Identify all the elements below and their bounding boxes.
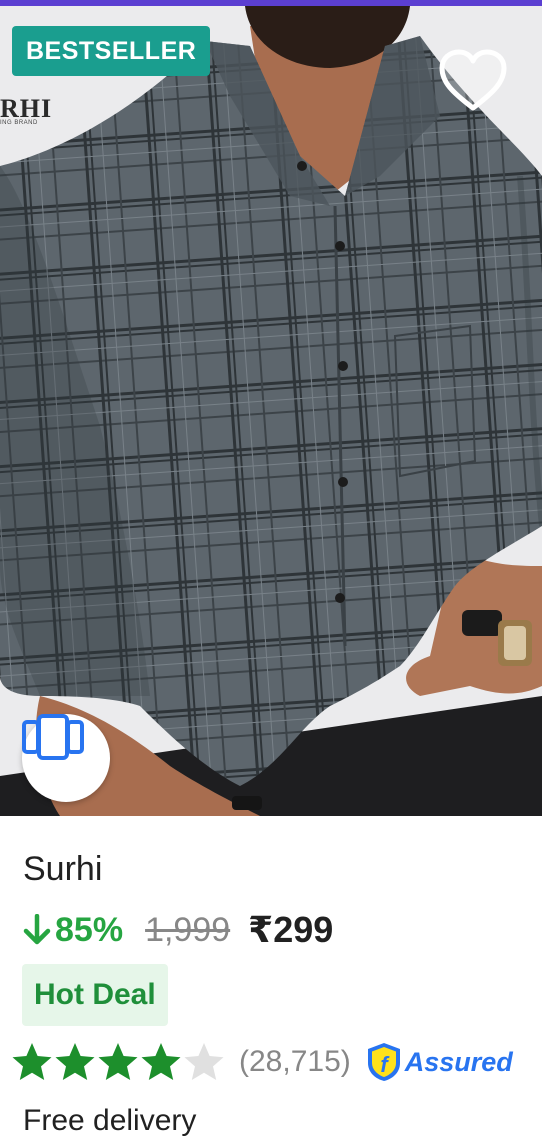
- heart-outline-icon: [439, 49, 507, 111]
- delivery-info: Free delivery: [23, 1104, 197, 1136]
- bestseller-badge: BESTSELLER: [12, 26, 211, 76]
- rating-stars: [10, 1041, 225, 1083]
- assured-badge: f Assured: [365, 1041, 513, 1083]
- star-icon: [184, 1043, 224, 1080]
- flipkart-assured-icon: f: [367, 1043, 400, 1081]
- product-image[interactable]: BESTSELLER RHI ING BRAND: [0, 6, 542, 816]
- brand-logo-subtext: ING BRAND: [0, 120, 38, 126]
- similar-products-icon: [22, 714, 84, 760]
- similar-products-button[interactable]: [22, 714, 110, 802]
- hot-deal-tag: Hot Deal: [22, 964, 168, 1026]
- assured-label: Assured: [404, 1046, 513, 1077]
- brand-logo: RHI ING BRAND: [0, 94, 60, 128]
- review-count: (28,715): [239, 1045, 351, 1078]
- price-row: 85% 1,999 ₹299: [23, 908, 333, 952]
- discount-percent: 85%: [55, 910, 124, 949]
- star-icon: [12, 1043, 52, 1080]
- discount: 85%: [23, 911, 123, 950]
- star-icon: [55, 1043, 95, 1080]
- star-icon: [98, 1043, 138, 1080]
- original-price: 1,999: [145, 910, 231, 949]
- arrow-down-icon: [23, 914, 51, 945]
- product-photo-illustration: [0, 6, 542, 816]
- wishlist-button[interactable]: [438, 48, 508, 114]
- selling-price: ₹299: [248, 909, 334, 950]
- star-icon: [141, 1043, 181, 1080]
- product-info[interactable]: Surhi 85% 1,999 ₹299 Hot Deal (28,715) f…: [0, 816, 542, 1136]
- rating-row[interactable]: (28,715) f Assured: [10, 1040, 513, 1084]
- product-title[interactable]: Surhi: [23, 850, 102, 889]
